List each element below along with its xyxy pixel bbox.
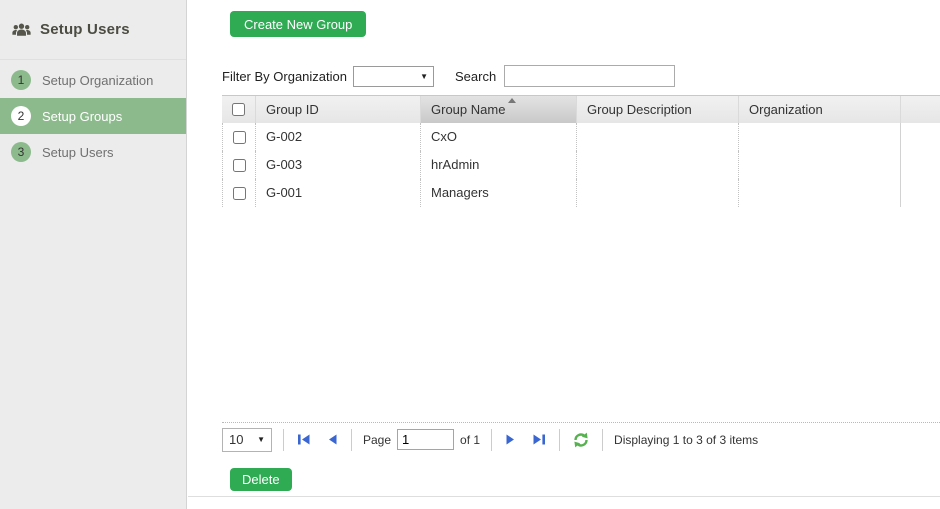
column-header-label: Group Name [431, 102, 505, 117]
select-all-cell [222, 96, 255, 123]
refresh-button[interactable] [571, 432, 591, 448]
row-checkbox-cell [222, 123, 255, 151]
page-size-value: 10 [229, 432, 243, 447]
pager-separator [351, 429, 352, 451]
table-body: G-002 CxO G-003 hrAdmin G-001 Managers [222, 123, 940, 207]
column-header-organization[interactable]: Organization [738, 96, 900, 123]
sidebar-header: Setup Users [0, 0, 186, 60]
row-checkbox[interactable] [233, 159, 246, 172]
groups-table: Group ID Group Name Group Description Or… [222, 95, 940, 207]
sidebar-step-setup-organization[interactable]: 1 Setup Organization [0, 62, 186, 98]
step-2-badge: 2 [11, 106, 31, 126]
search-input[interactable] [504, 65, 675, 87]
filter-row: Filter By Organization ▼ Search [222, 65, 675, 87]
table-row[interactable]: G-003 hrAdmin [222, 151, 940, 179]
column-header-group-id[interactable]: Group ID [255, 96, 420, 123]
row-checkbox[interactable] [233, 187, 246, 200]
column-header-group-name[interactable]: Group Name [420, 96, 576, 123]
step-3-badge: 3 [11, 142, 31, 162]
sort-asc-icon [508, 98, 516, 103]
group-description-cell [576, 179, 738, 207]
next-page-icon [505, 433, 516, 446]
filter-by-organization-label: Filter By Organization [222, 69, 347, 84]
sidebar-title: Setup Users [40, 21, 130, 38]
first-page-button[interactable] [295, 433, 313, 446]
next-page-button[interactable] [503, 433, 518, 446]
column-header-label: Organization [749, 102, 823, 117]
table-header-row: Group ID Group Name Group Description Or… [222, 95, 940, 123]
sidebar-step-setup-users[interactable]: 3 Setup Users [0, 134, 186, 170]
group-description-cell [576, 123, 738, 151]
step-1-badge: 1 [11, 70, 31, 90]
column-header-group-description[interactable]: Group Description [576, 96, 738, 123]
previous-page-button[interactable] [325, 433, 340, 446]
wizard-steps: 1 Setup Organization 2 Setup Groups 3 Se… [0, 62, 186, 170]
sidebar-step-setup-groups[interactable]: 2 Setup Groups [0, 98, 186, 134]
create-new-group-button[interactable]: Create New Group [230, 11, 366, 37]
row-checkbox-cell [222, 151, 255, 179]
chevron-down-icon: ▼ [420, 72, 428, 81]
search-label: Search [455, 69, 496, 84]
page-of-label: of 1 [460, 433, 480, 447]
delete-button[interactable]: Delete [230, 468, 292, 491]
page-label: Page [363, 433, 391, 447]
previous-page-icon [327, 433, 338, 446]
pager-separator [559, 429, 560, 451]
step-3-label: Setup Users [42, 145, 114, 160]
pager-separator [283, 429, 284, 451]
sidebar: Setup Users 1 Setup Organization 2 Setup… [0, 0, 187, 509]
group-name-cell: hrAdmin [420, 151, 576, 179]
pager-separator [602, 429, 603, 451]
table-row[interactable]: G-002 CxO [222, 123, 940, 151]
refresh-icon [573, 432, 589, 448]
main-panel: Create New Group Filter By Organization … [188, 0, 940, 509]
panel-bottom-divider [188, 496, 940, 497]
group-name-cell: Managers [420, 179, 576, 207]
table-row[interactable]: G-001 Managers [222, 179, 940, 207]
page-number-input[interactable] [397, 429, 454, 450]
column-header-label: Group Description [587, 102, 692, 117]
group-id-cell: G-003 [255, 151, 420, 179]
group-description-cell [576, 151, 738, 179]
group-name-cell: CxO [420, 123, 576, 151]
empty-cell [900, 179, 940, 207]
group-id-cell: G-001 [255, 179, 420, 207]
pager-separator [491, 429, 492, 451]
organization-cell [738, 123, 900, 151]
empty-cell [900, 123, 940, 151]
last-page-icon [532, 433, 546, 446]
step-2-label: Setup Groups [42, 109, 122, 124]
pager-status-text: Displaying 1 to 3 of 3 items [614, 433, 758, 447]
step-1-label: Setup Organization [42, 73, 153, 88]
column-header-empty [900, 96, 940, 123]
select-all-checkbox[interactable] [232, 103, 245, 116]
column-header-label: Group ID [266, 102, 319, 117]
organization-cell [738, 179, 900, 207]
organization-cell [738, 151, 900, 179]
group-id-cell: G-002 [255, 123, 420, 151]
organization-filter-select[interactable]: ▼ [353, 66, 434, 87]
row-checkbox[interactable] [233, 131, 246, 144]
pagination-bar: 10 ▼ Page of 1 [222, 422, 940, 454]
row-checkbox-cell [222, 179, 255, 207]
first-page-icon [297, 433, 311, 446]
last-page-button[interactable] [530, 433, 548, 446]
empty-cell [900, 151, 940, 179]
chevron-down-icon: ▼ [257, 435, 265, 444]
users-icon [12, 23, 31, 37]
page-size-select[interactable]: 10 ▼ [222, 428, 272, 452]
